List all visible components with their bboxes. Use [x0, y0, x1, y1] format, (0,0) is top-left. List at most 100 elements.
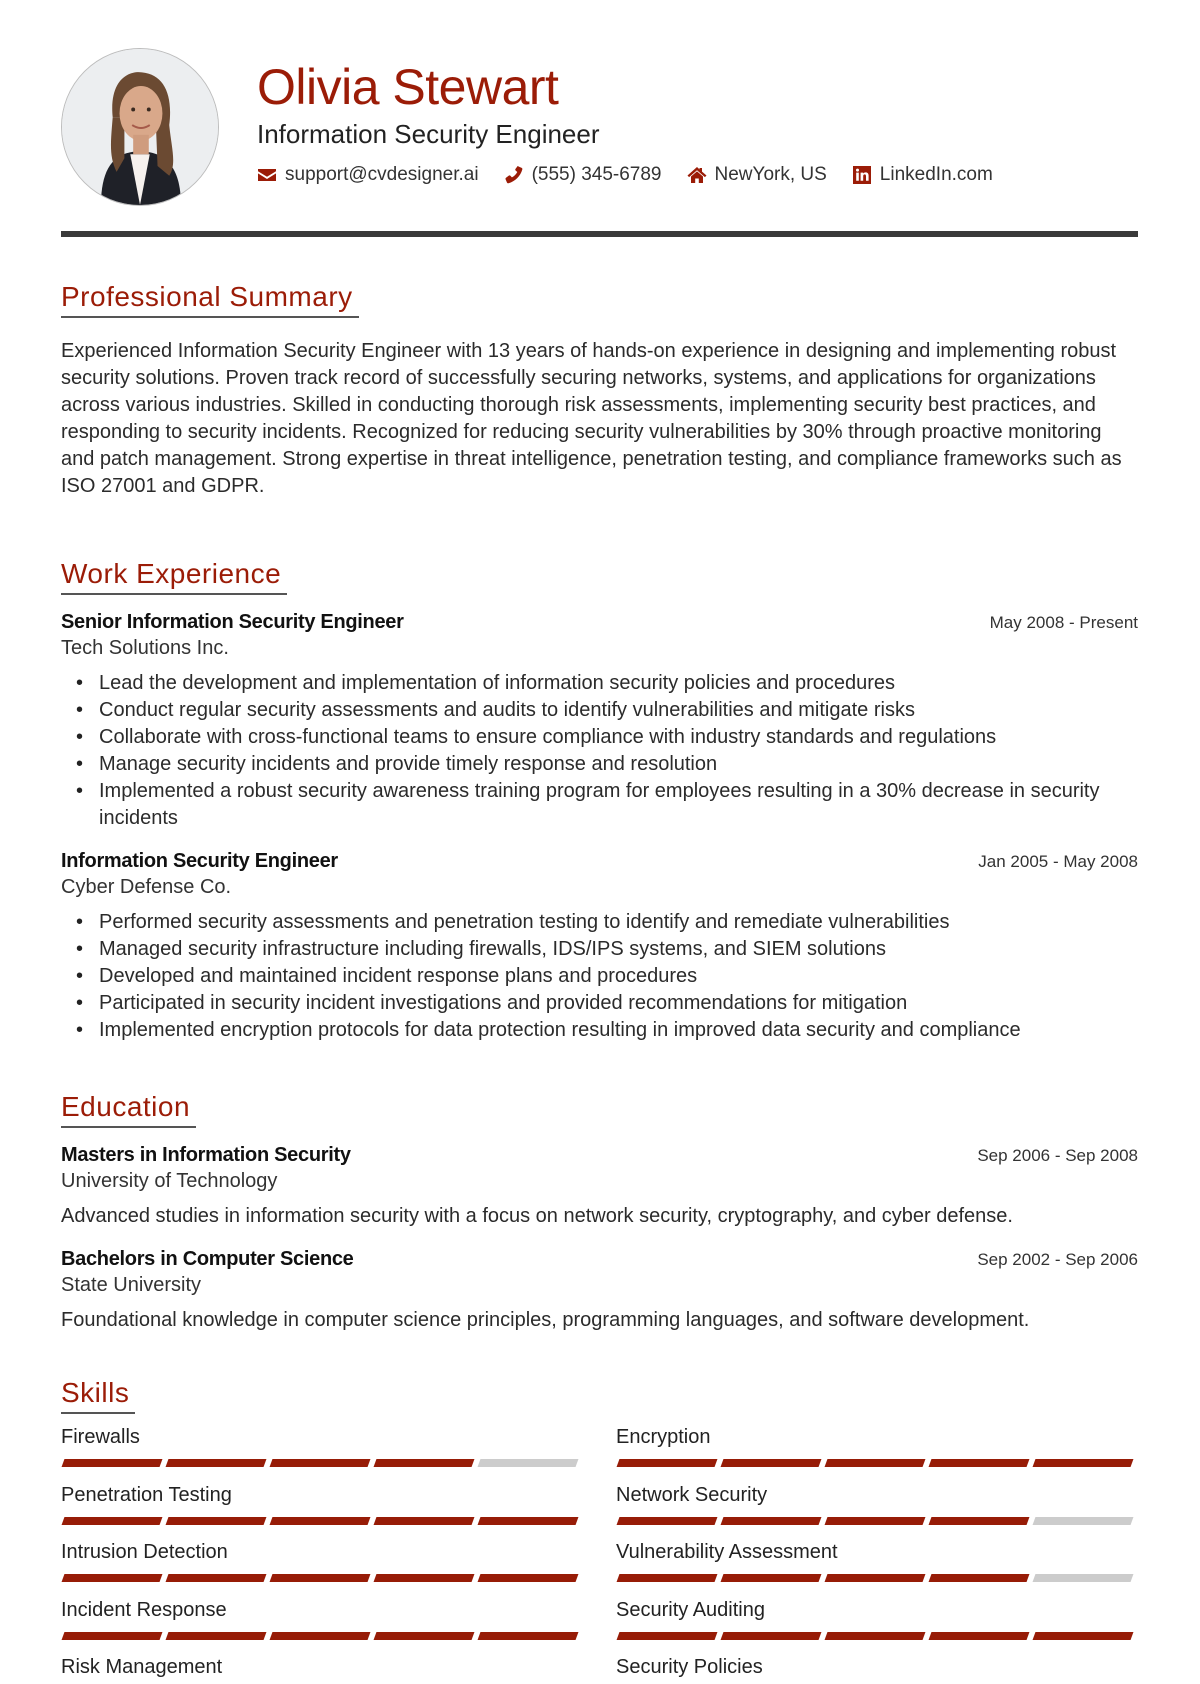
skill-item: Intrusion Detection — [61, 1539, 583, 1597]
skill-item: Penetration Testing — [61, 1482, 583, 1540]
skill-segment-filled — [1032, 1631, 1134, 1640]
contact-linkedin-text: LinkedIn.com — [879, 164, 993, 185]
skill-segment-empty — [1032, 1516, 1134, 1525]
education-section: Education Masters in Information Securit… — [61, 1090, 1138, 1334]
education-dates: Sep 2006 - Sep 2008 — [977, 1146, 1138, 1165]
skill-segment-filled — [269, 1631, 371, 1640]
skill-segment-filled — [720, 1574, 822, 1582]
resume-page: Olivia Stewart Information Security Engi… — [61, 0, 1138, 1678]
skill-segment-filled — [373, 1459, 475, 1467]
envelope-icon — [257, 165, 277, 185]
skill-segment-empty — [477, 1459, 579, 1467]
job-bullet: Implemented a robust security awareness … — [61, 778, 1138, 832]
skill-segment-filled — [61, 1574, 163, 1582]
skill-name: Incident Response — [61, 1598, 227, 1621]
job-title: Senior Information Security Engineer — [61, 611, 404, 633]
contact-email[interactable]: support@cvdesigner.ai — [257, 164, 479, 186]
skill-segment-filled — [824, 1516, 926, 1525]
skills-grid: Firewalls Encryption Penetration Testing Ne… — [61, 1424, 1138, 1684]
job-company: Cyber Defense Co. — [61, 876, 232, 898]
skill-segment-filled — [720, 1631, 822, 1640]
summary-section: Professional Summary Experienced Informa… — [61, 280, 1138, 500]
skill-name: Security Policies — [616, 1656, 763, 1678]
job-bullets: Lead the development and implementation … — [61, 670, 1138, 832]
education-entry: Bachelors in Computer Science Sep 2002 -… — [61, 1246, 1138, 1334]
candidate-title: Information Security Engineer — [257, 119, 600, 149]
skill-segment-filled — [720, 1516, 822, 1525]
skill-segment-filled — [373, 1516, 475, 1525]
job-bullet: Implemented encryption protocols for dat… — [61, 1017, 1138, 1044]
skill-level-bar — [616, 1631, 1138, 1640]
skill-name: Vulnerability Assessment — [616, 1541, 838, 1563]
skill-level-bar — [61, 1459, 583, 1467]
skill-item: Firewalls — [61, 1424, 583, 1482]
skill-name: Network Security — [616, 1483, 768, 1506]
degree-title: Bachelors in Computer Science — [61, 1248, 354, 1270]
job-bullet: Developed and maintained incident respon… — [61, 963, 1138, 990]
skill-level-bar — [61, 1631, 583, 1640]
skill-item: Security Auditing — [616, 1597, 1138, 1655]
skill-segment-filled — [928, 1459, 1030, 1467]
skill-item: Risk Management — [61, 1654, 583, 1684]
skill-segment-filled — [165, 1516, 267, 1525]
skill-segment-filled — [928, 1631, 1030, 1640]
job-bullet: Conduct regular security assessments and… — [61, 697, 1138, 724]
skill-segment-filled — [165, 1459, 267, 1467]
contact-phone[interactable]: (555) 345-6789 — [504, 164, 662, 186]
education-description: Advanced studies in information security… — [61, 1205, 1013, 1227]
skill-segment-filled — [477, 1516, 579, 1525]
skill-segment-filled — [269, 1516, 371, 1525]
skill-segment-filled — [165, 1631, 267, 1640]
section-title-skills: Skills — [61, 1376, 136, 1414]
home-icon — [687, 165, 707, 185]
skills-section: Skills Firewalls Encryption Penetration Te… — [61, 1376, 1138, 1684]
job-bullets: Performed security assessments and penet… — [61, 909, 1138, 1044]
skill-segment-empty — [1032, 1574, 1134, 1582]
school-name: State University — [61, 1274, 202, 1296]
job-bullet: Collaborate with cross-functional teams … — [61, 724, 1138, 751]
section-title-work: Work Experience — [61, 557, 288, 595]
skill-name: Intrusion Detection — [61, 1541, 228, 1563]
job-entry: Senior Information Security Engineer May… — [61, 609, 1138, 832]
skill-name: Risk Management — [61, 1656, 223, 1678]
job-dates: May 2008 - Present — [989, 613, 1138, 632]
education-dates: Sep 2002 - Sep 2006 — [977, 1250, 1138, 1269]
job-bullet: Participated in security incident invest… — [61, 990, 1138, 1017]
section-title-summary: Professional Summary — [61, 280, 359, 318]
contact-email-text: support@cvdesigner.ai — [285, 164, 479, 185]
phone-icon — [504, 165, 524, 185]
skill-segment-filled — [720, 1459, 822, 1467]
skill-level-bar — [61, 1574, 583, 1582]
skill-segment-filled — [928, 1516, 1030, 1525]
skill-segment-filled — [477, 1631, 579, 1640]
school-name: University of Technology — [61, 1170, 278, 1192]
job-title: Information Security Engineer — [61, 850, 338, 872]
degree-title: Masters in Information Security — [61, 1144, 351, 1166]
skill-level-bar — [61, 1516, 583, 1525]
job-bullet: Performed security assessments and penet… — [61, 909, 1138, 936]
skill-segment-filled — [373, 1574, 475, 1582]
skill-segment-filled — [824, 1631, 926, 1640]
job-company: Tech Solutions Inc. — [61, 637, 229, 659]
skill-name: Encryption — [616, 1426, 711, 1448]
resume-header: Olivia Stewart Information Security Engi… — [61, 0, 1138, 237]
job-bullet: Lead the development and implementation … — [61, 670, 1138, 697]
skill-level-bar — [616, 1574, 1138, 1582]
contact-list: support@cvdesigner.ai (555) 345-6789 New… — [257, 164, 1018, 186]
skill-level-bar — [616, 1516, 1138, 1525]
skill-item: Incident Response — [61, 1597, 583, 1655]
skill-item: Encryption — [616, 1424, 1138, 1482]
job-dates: Jan 2005 - May 2008 — [978, 852, 1138, 871]
skill-level-bar — [616, 1459, 1138, 1467]
skill-segment-filled — [269, 1574, 371, 1582]
job-bullet: Manage security incidents and provide ti… — [61, 751, 1138, 778]
header-text: Olivia Stewart Information Security Engi… — [257, 58, 1018, 186]
skill-segment-filled — [928, 1574, 1030, 1582]
skill-name: Penetration Testing — [61, 1483, 232, 1506]
skill-segment-filled — [1032, 1459, 1134, 1467]
contact-linkedin[interactable]: LinkedIn.com — [852, 164, 993, 186]
education-description: Foundational knowledge in computer scien… — [61, 1309, 1030, 1331]
skill-name: Security Auditing — [616, 1598, 765, 1621]
skill-segment-filled — [616, 1516, 718, 1525]
skill-segment-filled — [477, 1574, 579, 1582]
